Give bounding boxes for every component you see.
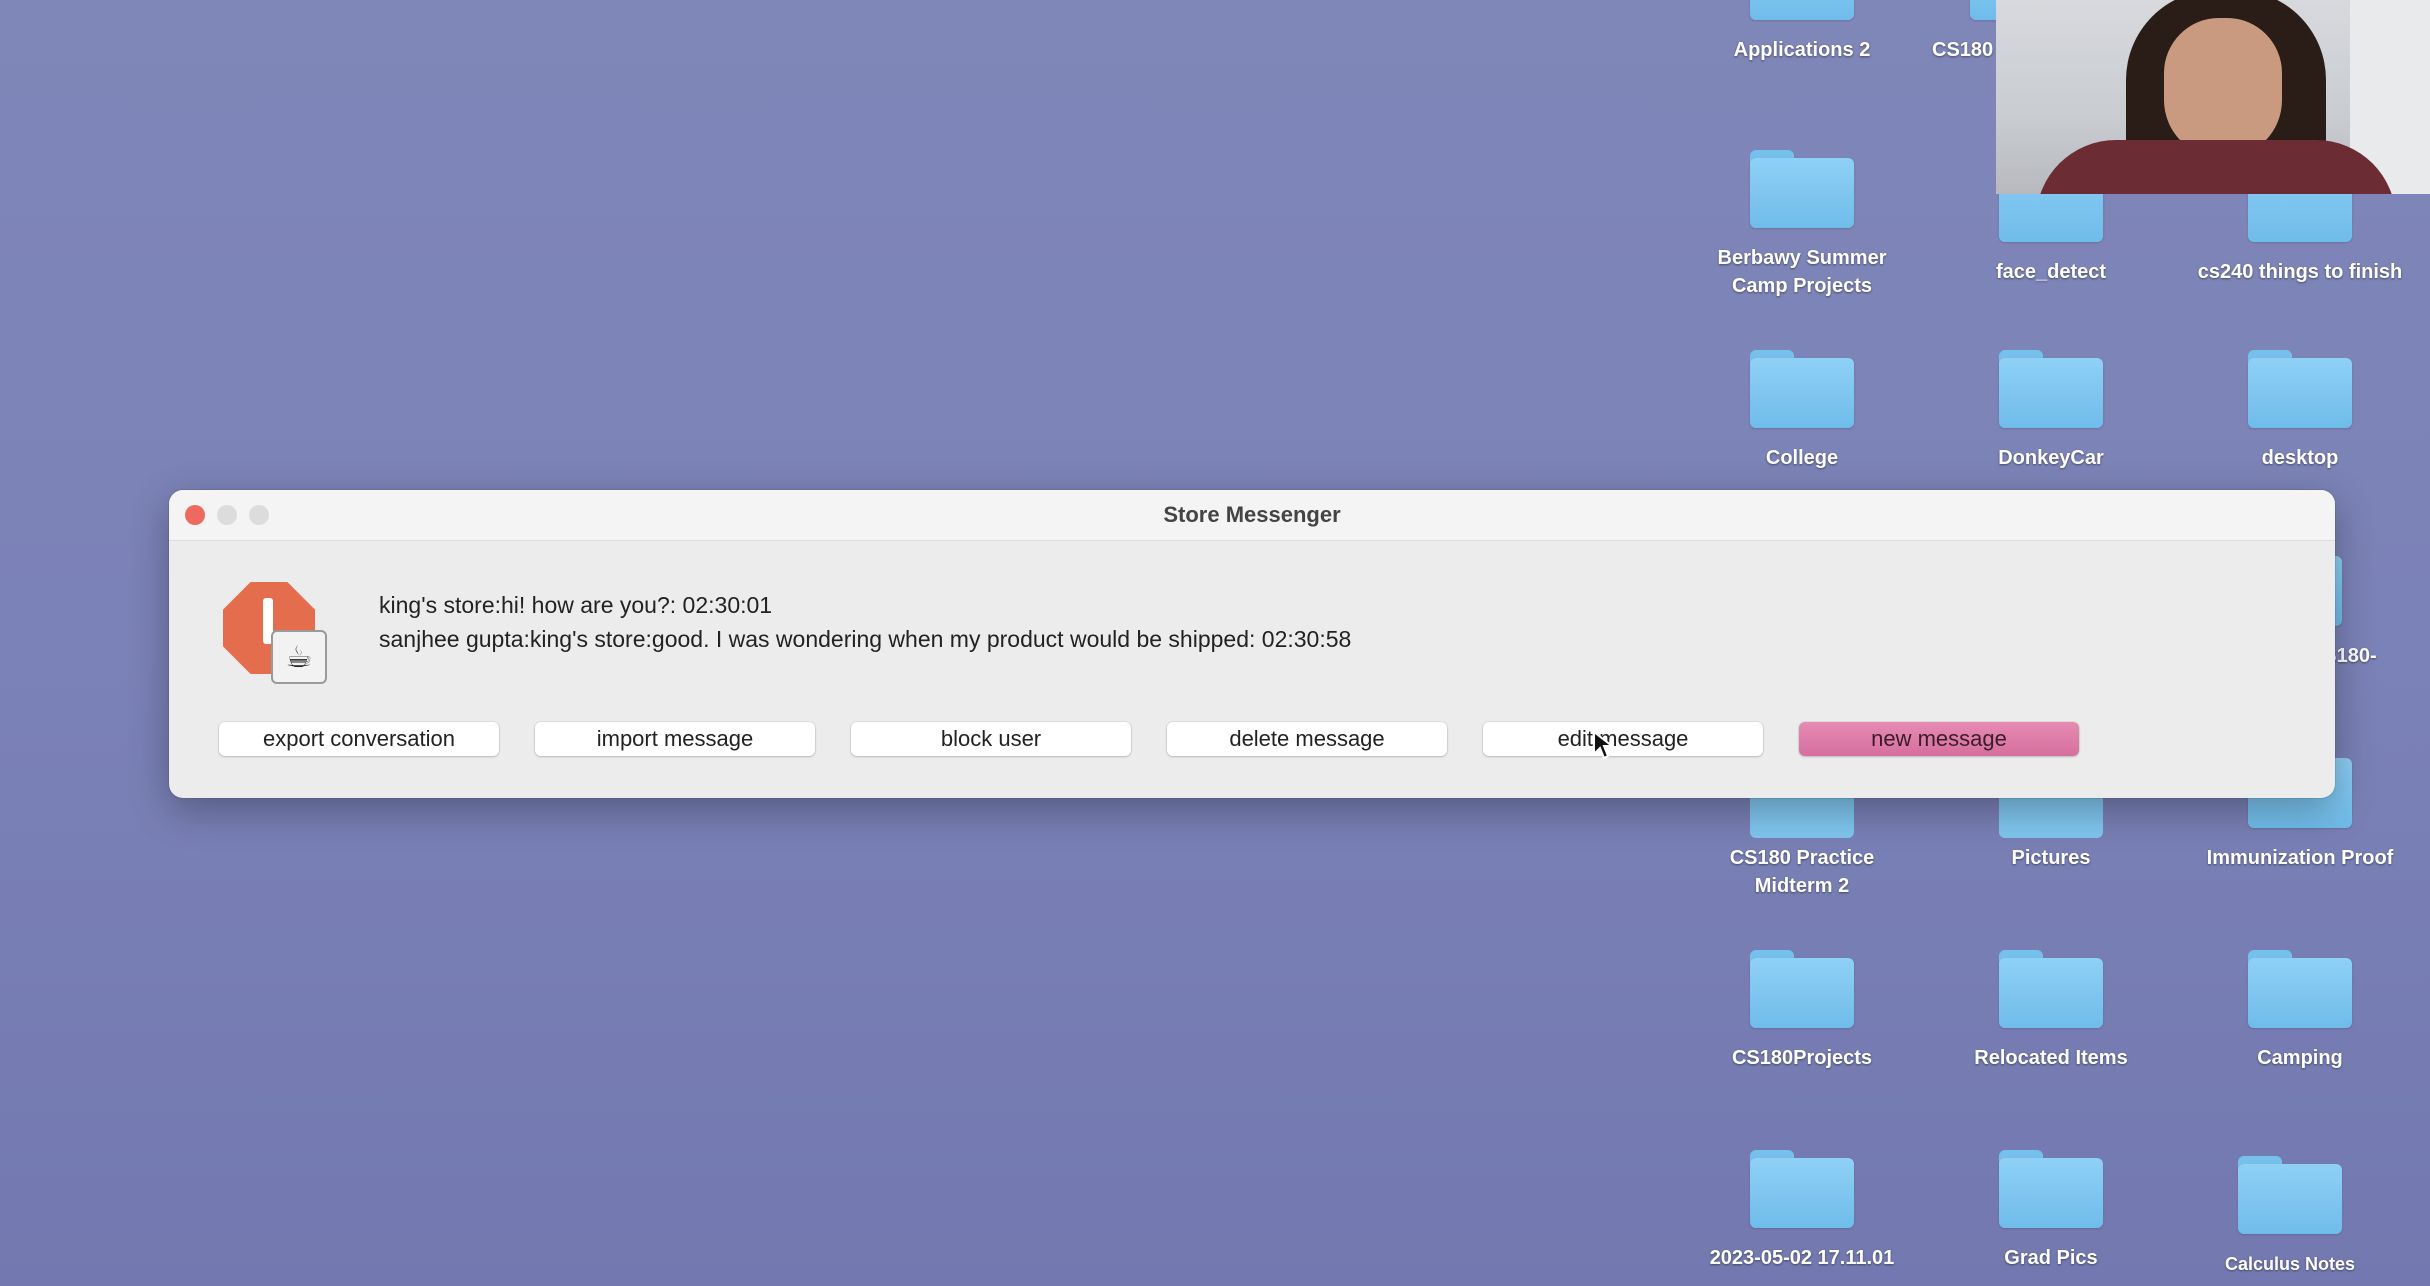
desktop-icon-grad-pics[interactable]: Grad Pics [1931,1150,2171,1272]
desktop-icon-label: Relocated Items [1974,1047,2128,1069]
desktop-icon-label: 2023-05-02 17.11.01 [1709,1247,1895,1269]
folder-icon [1999,1150,2103,1228]
webcam-overlay [1996,0,2430,194]
folder-icon [1750,798,1854,838]
button-row: export conversation import message block… [219,722,2079,756]
desktop-icon-label: Pictures [2011,847,2091,869]
edit-message-button[interactable]: edit message [1483,722,1763,756]
java-app-icon: ☕ [223,582,327,684]
folder-icon [1750,150,1854,228]
folder-icon [1970,0,1996,20]
folder-icon [1999,798,2103,838]
desktop-icon-label: CS180Projects [1731,1047,1873,1069]
folder-icon [1750,350,1854,428]
delete-message-button[interactable]: delete message [1167,722,1447,756]
folder-icon [1750,1150,1854,1228]
desktop-icon-donkeycar[interactable]: DonkeyCar [1931,350,2171,472]
export-conversation-button[interactable]: export conversation [219,722,499,756]
folder-icon [1999,950,2103,1028]
desktop-icon-desktop[interactable]: desktop [2180,350,2420,472]
desktop-icon-camping[interactable]: Camping [2180,950,2420,1072]
desktop-icon-label: desktop [2261,447,2339,469]
desktop-icon-label: Calculus Notes [2224,1254,2356,1274]
folder-icon [2248,950,2352,1028]
desktop-icon-label: CS180 Practice Midterm 2 [1729,847,1875,897]
desktop-icon-label: Camping [2257,1047,2343,1069]
desktop-icon-label: cs240 things to finish [2197,261,2403,283]
import-message-button[interactable]: import message [535,722,815,756]
message-line: king's store:hi! how are you?: 02:30:01 [379,592,773,618]
desktop-icon-label: Immunization Proof [2206,847,2394,869]
folder-icon [2238,1156,2342,1234]
desktop-icon-cs180[interactable]: CS180 [1848,0,1996,64]
desktop-icon-label: DonkeyCar [1998,447,2104,469]
window-title: Store Messenger [1163,502,1341,527]
message-list: king's store:hi! how are you?: 02:30:01 … [379,588,1351,656]
desktop-icon-cs180projects[interactable]: CS180Projects [1682,950,1922,1072]
message-line: sanjhee gupta:king's store:good. I was w… [379,626,1352,652]
webcam-person-shirt [2036,140,2396,194]
store-messenger-window: Store Messenger ☕ king's store:hi! how a… [169,490,2335,798]
block-user-button[interactable]: block user [851,722,1131,756]
desktop-icon-2023-05-02[interactable]: 2023-05-02 17.11.01 [1682,1150,1922,1272]
webcam-person-face [2164,18,2282,158]
folder-icon [1750,0,1854,20]
desktop-icon-label: face_detect [1995,261,2107,283]
folder-icon [1999,350,2103,428]
desktop-icon-calculus-notes[interactable]: Calculus Notes [2170,1156,2410,1278]
title-bar: Store Messenger [169,490,2335,541]
desktop-icon-label: College [1765,447,1839,469]
desktop-icon-label: CS180 [1932,39,1994,61]
desktop-icon-label: Grad Pics [2004,1247,2098,1269]
desktop-icon-relocated-items[interactable]: Relocated Items [1931,950,2171,1072]
desktop-icon-label: Berbawy Summer Camp Projects [1717,247,1887,297]
folder-icon [2248,350,2352,428]
desktop-icon-college[interactable]: College [1682,350,1922,472]
desktop-icon-berbawy-summer-camp-projects[interactable]: Berbawy Summer Camp Projects [1682,150,1922,300]
arrow-cursor-icon [1593,730,1614,760]
folder-icon [1750,950,1854,1028]
new-message-button[interactable]: new message [1799,722,2079,756]
